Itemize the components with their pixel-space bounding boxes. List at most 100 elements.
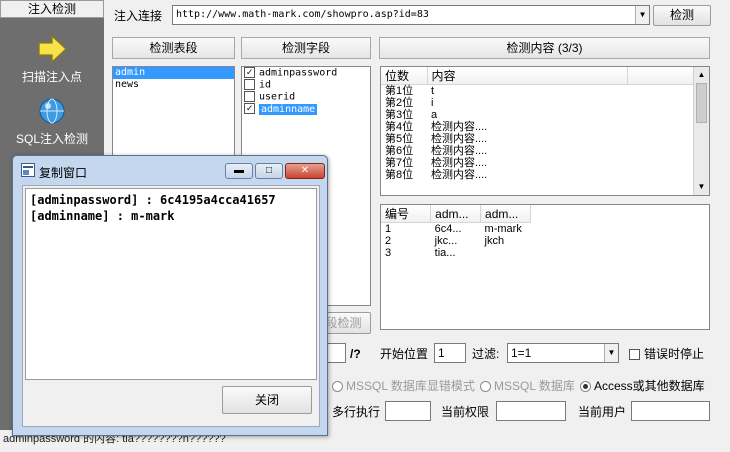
tables-header[interactable]: 检测表段 — [112, 37, 235, 59]
radio-icon[interactable] — [480, 381, 491, 393]
cell-pos: 第2位 — [385, 97, 414, 109]
cell-empty — [627, 169, 694, 181]
result-cell: 6c4... — [434, 223, 462, 235]
col-header-adm2[interactable]: adm... — [480, 205, 531, 223]
copy-text-area[interactable]: [adminpassword] : 6c4195a4cca41657 [admi… — [25, 188, 317, 380]
tables-list[interactable]: admin news — [112, 66, 235, 161]
slash-q-label: /? — [350, 347, 361, 361]
table-row[interactable]: 2 jkc... jkch — [381, 235, 531, 247]
field-item[interactable]: id — [242, 79, 370, 91]
checkbox-icon[interactable] — [244, 91, 255, 102]
field-item[interactable]: ✓ adminname — [242, 103, 370, 115]
multi-exec-label: 多行执行 — [332, 405, 381, 419]
nav-item-scan[interactable]: 扫描注入点 — [0, 34, 104, 85]
cell-pos: 第1位 — [385, 85, 414, 97]
mode-mssql-radio[interactable]: MSSQL 数据库 — [480, 378, 575, 394]
chevron-down-icon[interactable]: ▼ — [604, 344, 618, 362]
close-icon[interactable]: ✕ — [285, 163, 325, 179]
checkbox-checked-icon[interactable]: ✓ — [244, 103, 255, 114]
result-cell: tia... — [434, 247, 456, 259]
nav-item-sql[interactable]: SQL注入检测 — [0, 96, 104, 147]
dialog-title: 复制窗口 — [39, 166, 88, 180]
table-row[interactable]: 第1位 t — [381, 85, 694, 98]
start-pos-value: 1 — [438, 346, 445, 360]
field-item[interactable]: ✓ adminpassword — [242, 67, 370, 79]
nav-item-sql-label: SQL注入检测 — [15, 132, 88, 146]
cell-empty — [627, 157, 694, 169]
radio-selected-icon[interactable] — [580, 381, 591, 393]
table-row[interactable]: 第5位 检测内容.... — [381, 133, 694, 145]
cell-empty — [627, 97, 694, 109]
stop-on-error-checkbox[interactable]: 错误时停止 — [629, 346, 704, 362]
content-table[interactable]: 位数 内容 第1位 t 第2位 i 第3位 a 第4位 检测内容.... 第5位 检测内容....… — [380, 66, 710, 196]
table-row[interactable]: 第3位 a — [381, 109, 694, 121]
field-label: userid — [259, 91, 296, 103]
table-row[interactable]: 3 tia... — [381, 247, 531, 259]
col-header-pos[interactable]: 位数 — [381, 67, 428, 85]
multi-exec-input[interactable] — [385, 401, 431, 421]
cell-pos: 第4位 — [385, 121, 414, 133]
start-pos-label: 开始位置 — [380, 347, 429, 361]
stop-on-error-label: 错误时停止 — [644, 347, 705, 361]
cell-empty — [627, 109, 694, 121]
filter-select[interactable]: 1=1 ▼ — [507, 343, 619, 363]
url-input[interactable]: http://www.math-mark.com/showpro.asp?id=… — [172, 5, 650, 25]
cur-perm-input[interactable] — [496, 401, 566, 421]
cell-pos: 第3位 — [385, 109, 414, 121]
detect-button[interactable]: 检测 — [653, 5, 711, 26]
url-label: 注入连接 — [114, 9, 163, 23]
cur-user-input[interactable] — [631, 401, 710, 421]
col-header-content[interactable]: 内容 — [427, 67, 628, 85]
scroll-up-icon[interactable]: ▲ — [694, 67, 709, 83]
result-cell: 1 — [385, 223, 392, 235]
col-header-adm1[interactable]: adm... — [430, 205, 482, 223]
chevron-down-icon[interactable]: ▼ — [635, 6, 649, 24]
app-icon — [21, 163, 35, 177]
maximize-icon[interactable]: □ — [255, 163, 283, 179]
result-cell: 2 — [385, 235, 392, 247]
table-item-admin[interactable]: admin — [113, 67, 234, 79]
content-header[interactable]: 检测内容 (3/3) — [379, 37, 710, 59]
cell-content: t — [431, 85, 435, 97]
mode-mssql-error-radio[interactable]: MSSQL 数据库显错模式 — [332, 378, 475, 394]
result-cell — [481, 247, 531, 259]
copy-dialog: 复制窗口 ▬ □ ✕ [adminpassword] : 6c4195a4cca… — [12, 155, 328, 436]
col-header-id[interactable]: 编号 — [381, 205, 432, 223]
radio-icon[interactable] — [332, 381, 343, 393]
cell-content: 检测内容.... — [431, 169, 488, 181]
fields-header[interactable]: 检测字段 — [241, 37, 371, 59]
close-button[interactable]: 关闭 — [222, 386, 312, 414]
checkbox-icon[interactable] — [629, 349, 640, 361]
cell-pos: 第6位 — [385, 145, 414, 157]
arrow-right-icon — [38, 34, 67, 64]
cell-content: 检测内容.... — [431, 157, 488, 169]
nav-tab-injection[interactable]: 注入检测 — [0, 0, 104, 18]
minimize-icon[interactable]: ▬ — [225, 163, 253, 179]
scroll-thumb[interactable] — [696, 83, 707, 123]
cell-pos: 第7位 — [385, 157, 414, 169]
table-row[interactable]: 第2位 i — [381, 97, 694, 109]
checkbox-icon[interactable] — [244, 79, 255, 90]
cur-user-label: 当前用户 — [578, 405, 627, 419]
table-row[interactable]: 1 6c4... m-mark — [381, 223, 531, 236]
table-row[interactable]: 第8位 检测内容.... — [381, 169, 694, 181]
content-scrollbar[interactable]: ▲ ▼ — [693, 67, 709, 195]
table-item-news[interactable]: news — [113, 79, 234, 91]
cell-content: 检测内容.... — [431, 145, 488, 157]
cur-perm-label: 当前权限 — [441, 405, 490, 419]
cell-empty — [627, 85, 694, 98]
start-pos-input[interactable]: 1 — [434, 343, 466, 363]
mode-access-radio[interactable]: Access或其他数据库 — [580, 378, 705, 394]
cell-content: 检测内容.... — [431, 121, 488, 133]
table-row[interactable]: 第7位 检测内容.... — [381, 157, 694, 169]
table-row[interactable]: 第4位 检测内容.... — [381, 121, 694, 133]
field-label: adminpassword — [259, 67, 338, 79]
mode-mssql-label: MSSQL 数据库 — [494, 379, 575, 393]
results-table[interactable]: 编号 adm... adm... 1 6c4... m-mark 2 jkc... jkc… — [380, 204, 710, 330]
mode-mssql-error-label: MSSQL 数据库显错模式 — [346, 379, 475, 393]
cell-pos: 第5位 — [385, 133, 414, 145]
field-item[interactable]: userid — [242, 91, 370, 103]
scroll-down-icon[interactable]: ▼ — [694, 179, 709, 195]
table-row[interactable]: 第6位 检测内容.... — [381, 145, 694, 157]
checkbox-checked-icon[interactable]: ✓ — [244, 67, 255, 78]
